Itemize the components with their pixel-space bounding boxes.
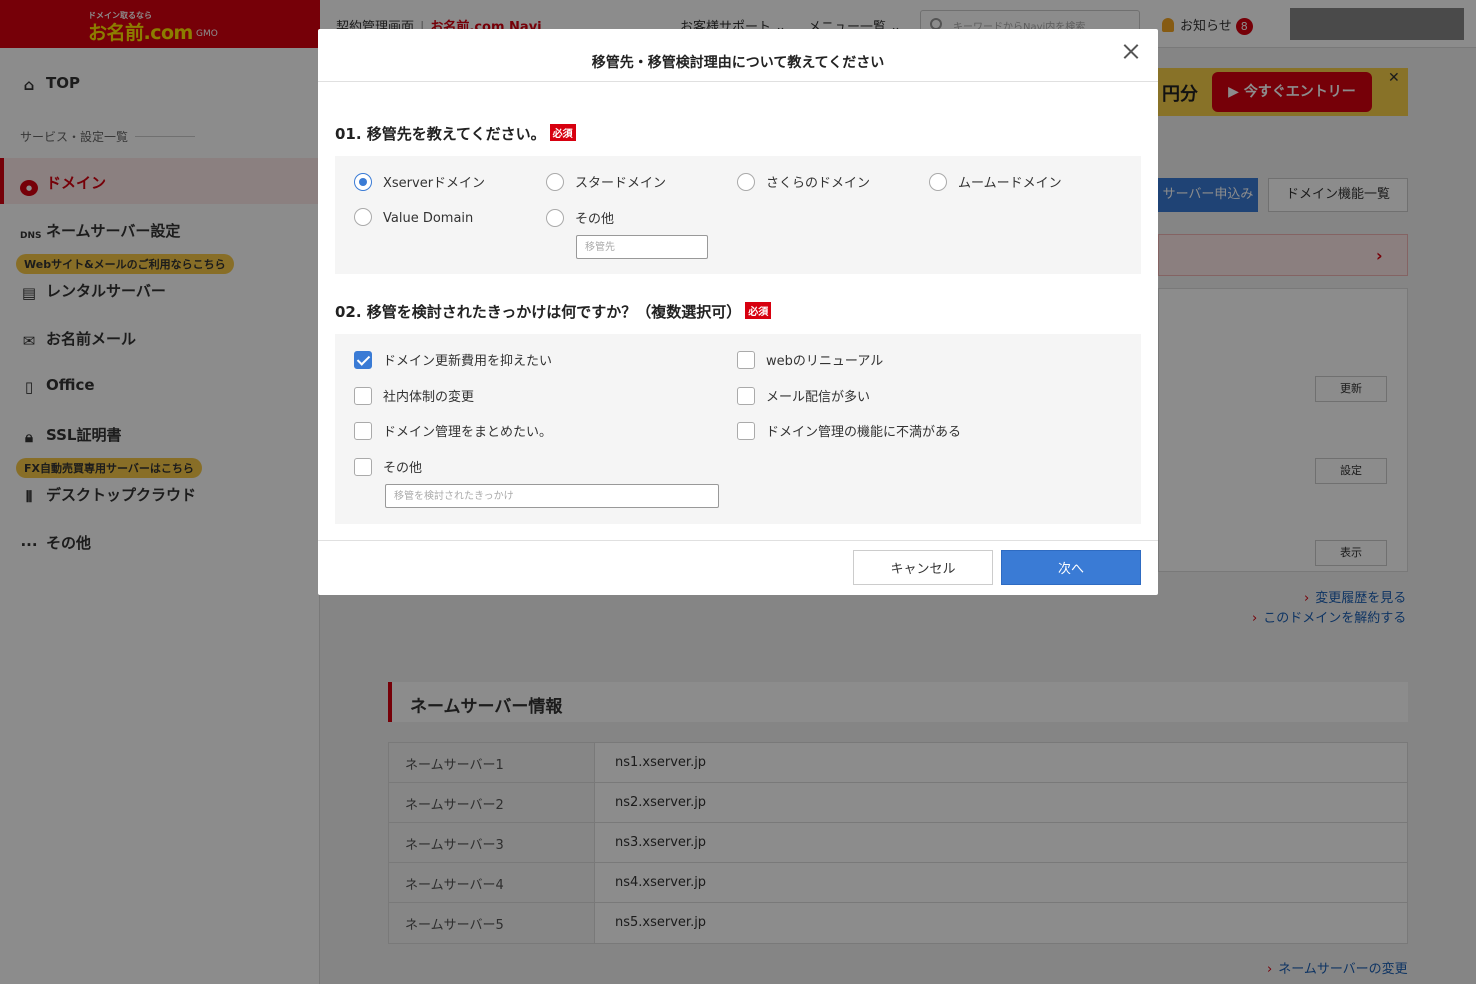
checkbox-icon: [737, 422, 755, 440]
transfer-reason-input[interactable]: [385, 484, 719, 508]
checkbox-icon: [354, 422, 372, 440]
checkbox-other[interactable]: その他: [354, 457, 422, 476]
radio-muumuu-domain[interactable]: ムームードメイン: [929, 172, 1062, 191]
question-2-heading: 02. 移管を検討されたきっかけは何ですか？（複数選択可） 必須: [335, 301, 772, 322]
radio-xserver-domain[interactable]: Xserverドメイン: [354, 172, 485, 191]
radio-sakura-domain[interactable]: さくらのドメイン: [737, 172, 870, 191]
close-icon[interactable]: [1118, 39, 1144, 65]
checkbox-icon: [737, 351, 755, 369]
checkbox-checked-icon: [354, 351, 372, 369]
checkbox-web-renewal[interactable]: webのリニューアル: [737, 350, 883, 369]
checkbox-org-change[interactable]: 社内体制の変更: [354, 386, 474, 405]
radio-icon: [546, 209, 564, 227]
modal-footer: キャンセル 次へ: [318, 540, 1158, 595]
checkbox-consolidate-domains[interactable]: ドメイン管理をまとめたい。: [354, 421, 552, 440]
checkbox-many-emails[interactable]: メール配信が多い: [737, 386, 870, 405]
checkbox-icon: [354, 387, 372, 405]
radio-selected-icon: [354, 173, 372, 191]
radio-star-domain[interactable]: スタードメイン: [546, 172, 666, 191]
radio-other[interactable]: その他: [546, 208, 614, 227]
transfer-destination-input[interactable]: [576, 235, 708, 259]
checkbox-reduce-renewal-cost[interactable]: ドメイン更新費用を抑えたい: [354, 350, 552, 369]
checkbox-dissatisfied-features[interactable]: ドメイン管理の機能に不満がある: [737, 421, 961, 440]
transfer-reason-modal: 移管先・移管検討理由について教えてください 01. 移管先を教えてください。 必須…: [318, 29, 1158, 595]
radio-icon: [737, 173, 755, 191]
checkbox-icon: [354, 458, 372, 476]
cancel-button[interactable]: キャンセル: [853, 550, 993, 585]
checkbox-icon: [737, 387, 755, 405]
radio-value-domain[interactable]: Value Domain: [354, 208, 473, 226]
required-badge: 必須: [549, 124, 576, 141]
required-badge: 必須: [745, 302, 772, 319]
modal-title: 移管先・移管検討理由について教えてください: [591, 55, 885, 71]
question-1-heading: 01. 移管先を教えてください。 必須: [335, 123, 576, 144]
radio-icon: [929, 173, 947, 191]
modal-header: 移管先・移管検討理由について教えてください: [318, 29, 1158, 82]
radio-icon: [354, 208, 372, 226]
radio-icon: [546, 173, 564, 191]
next-button[interactable]: 次へ: [1001, 550, 1141, 585]
